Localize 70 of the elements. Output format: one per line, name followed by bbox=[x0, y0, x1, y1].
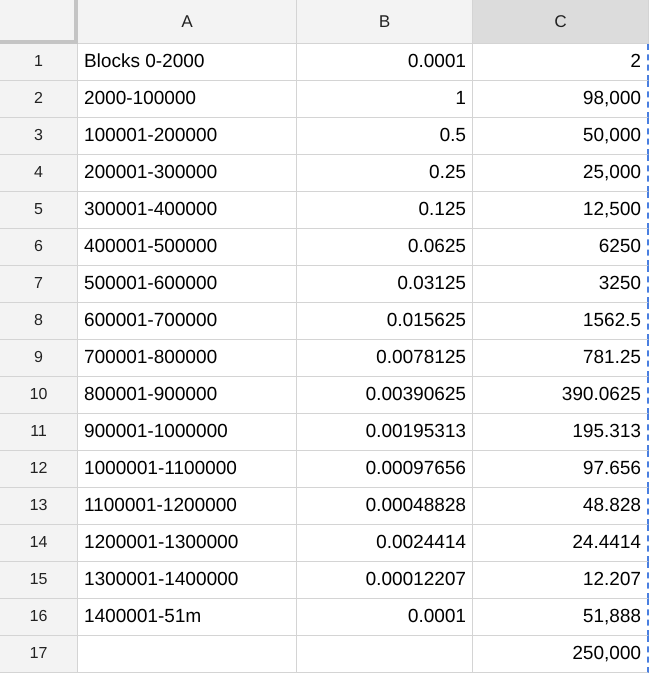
row-header[interactable]: 6 bbox=[0, 229, 78, 266]
table-cell: 390.0625 bbox=[473, 377, 649, 414]
row-header[interactable]: 13 bbox=[0, 488, 78, 525]
table-cell: 25,000 bbox=[473, 155, 649, 192]
table-cell: 12.207 bbox=[473, 562, 649, 599]
row-header[interactable]: 3 bbox=[0, 118, 78, 155]
table-cell: 0.0024414 bbox=[297, 525, 473, 562]
table-cell: 0.00195313 bbox=[297, 414, 473, 451]
table-cell: 0.0001 bbox=[297, 599, 473, 636]
table-cell: 900001-1000000 bbox=[78, 414, 297, 451]
row-header[interactable]: 9 bbox=[0, 340, 78, 377]
table-cell: 0.00048828 bbox=[297, 488, 473, 525]
row-header[interactable]: 10 bbox=[0, 377, 78, 414]
table-cell: 1200001-1300000 bbox=[78, 525, 297, 562]
row-header[interactable]: 17 bbox=[0, 636, 78, 673]
table-cell: 0.0001 bbox=[297, 44, 473, 81]
table-cell: 2 bbox=[473, 44, 649, 81]
table-cell: 781.25 bbox=[473, 340, 649, 377]
table-cell: 0.5 bbox=[297, 118, 473, 155]
table-cell: 250,000 bbox=[473, 636, 649, 673]
table-cell: 98,000 bbox=[473, 81, 649, 118]
table-cell: 50,000 bbox=[473, 118, 649, 155]
row-header[interactable]: 7 bbox=[0, 266, 78, 303]
table-cell: 0.25 bbox=[297, 155, 473, 192]
row-header[interactable]: 11 bbox=[0, 414, 78, 451]
table-cell: 800001-900000 bbox=[78, 377, 297, 414]
table-cell: 700001-800000 bbox=[78, 340, 297, 377]
table-cell: 1562.5 bbox=[473, 303, 649, 340]
table-cell: 500001-600000 bbox=[78, 266, 297, 303]
table-cell: 1100001-1200000 bbox=[78, 488, 297, 525]
table-cell: 1400001-51m bbox=[78, 599, 297, 636]
table-cell: 1300001-1400000 bbox=[78, 562, 297, 599]
table-cell: 200001-300000 bbox=[78, 155, 297, 192]
table-cell: 0.00390625 bbox=[297, 377, 473, 414]
select-all-corner[interactable] bbox=[0, 0, 78, 44]
row-header[interactable]: 12 bbox=[0, 451, 78, 488]
table-cell: 48.828 bbox=[473, 488, 649, 525]
table-cell: 3250 bbox=[473, 266, 649, 303]
table-cell: 100001-200000 bbox=[78, 118, 297, 155]
row-header[interactable]: 2 bbox=[0, 81, 78, 118]
table-cell: 195.313 bbox=[473, 414, 649, 451]
row-header[interactable]: 4 bbox=[0, 155, 78, 192]
table-cell: 0.00097656 bbox=[297, 451, 473, 488]
table-cell: 51,888 bbox=[473, 599, 649, 636]
table-cell: 2000-100000 bbox=[78, 81, 297, 118]
table-cell: 6250 bbox=[473, 229, 649, 266]
table-cell: 12,500 bbox=[473, 192, 649, 229]
column-header[interactable]: C bbox=[473, 0, 649, 44]
table-cell: Blocks 0-2000 bbox=[78, 44, 297, 81]
table-cell: 97.656 bbox=[473, 451, 649, 488]
table-cell: 0.125 bbox=[297, 192, 473, 229]
table-cell: 300001-400000 bbox=[78, 192, 297, 229]
row-header[interactable]: 14 bbox=[0, 525, 78, 562]
table-cell: 0.0078125 bbox=[297, 340, 473, 377]
row-header[interactable]: 16 bbox=[0, 599, 78, 636]
row-header[interactable]: 5 bbox=[0, 192, 78, 229]
column-header[interactable]: B bbox=[297, 0, 473, 44]
table-cell: 400001-500000 bbox=[78, 229, 297, 266]
table-cell: 600001-700000 bbox=[78, 303, 297, 340]
table-cell: 0.0625 bbox=[297, 229, 473, 266]
row-header[interactable]: 8 bbox=[0, 303, 78, 340]
table-cell: 1000001-1100000 bbox=[78, 451, 297, 488]
table-cell: 1 bbox=[297, 81, 473, 118]
table-cell: 0.03125 bbox=[297, 266, 473, 303]
row-header[interactable]: 1 bbox=[0, 44, 78, 81]
column-header[interactable]: A bbox=[78, 0, 297, 44]
table-cell: 0.015625 bbox=[297, 303, 473, 340]
table-cell: 0.00012207 bbox=[297, 562, 473, 599]
table-cell: 24.4414 bbox=[473, 525, 649, 562]
row-header[interactable]: 15 bbox=[0, 562, 78, 599]
